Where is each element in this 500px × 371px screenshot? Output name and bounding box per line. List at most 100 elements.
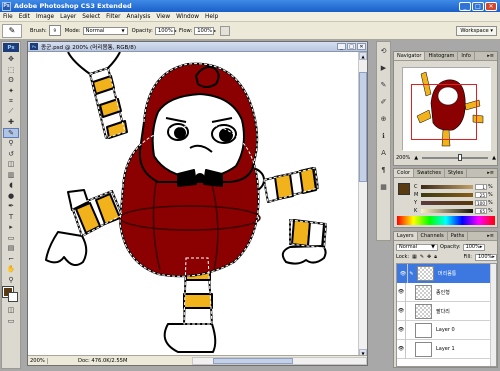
channel-value-field[interactable]: 65: [475, 207, 487, 214]
doc-maximize-button[interactable]: □: [347, 43, 356, 50]
layer-thumbnail[interactable]: [417, 266, 434, 281]
lock-paint-icon[interactable]: ✎: [420, 254, 424, 260]
menu-item-window[interactable]: Window: [173, 14, 202, 20]
scroll-up-icon[interactable]: ▲: [359, 52, 367, 60]
type-icon[interactable]: T: [3, 212, 19, 223]
blur-icon[interactable]: ◖: [3, 180, 19, 191]
doc-minimize-button[interactable]: _: [337, 43, 346, 50]
layer-thumbnail[interactable]: [415, 322, 432, 338]
character-icon[interactable]: A: [378, 147, 389, 158]
tab-info[interactable]: Info: [458, 52, 475, 60]
history-brush-icon[interactable]: ↺: [3, 149, 19, 160]
channel-slider[interactable]: [421, 184, 473, 189]
zoom-slider-knob[interactable]: [458, 154, 463, 161]
move-icon[interactable]: ✥: [3, 54, 19, 65]
zoom-icon[interactable]: ⚲: [3, 275, 19, 286]
panel-menu-icon[interactable]: ▸≡: [484, 169, 497, 177]
horizontal-scrollbar[interactable]: [192, 356, 367, 365]
layer-name[interactable]: Layer 0: [434, 327, 496, 333]
channel-slider[interactable]: [421, 192, 473, 197]
navigator-zoom-slider[interactable]: [422, 154, 489, 161]
background-color-swatch[interactable]: [8, 292, 18, 302]
menu-item-filter[interactable]: Filter: [103, 14, 123, 20]
color-swatches[interactable]: [2, 286, 19, 303]
layers-scrollbar[interactable]: [490, 264, 496, 366]
tool-presets-icon[interactable]: ✎: [378, 79, 389, 90]
navigator-thumbnail[interactable]: [402, 67, 491, 151]
tab-color[interactable]: Color: [394, 169, 415, 177]
tab-navigator[interactable]: Navigator: [394, 52, 426, 60]
layer-name[interactable]: 종인형: [434, 289, 496, 296]
layer-comps-icon[interactable]: ▦: [378, 181, 389, 192]
document-size-info[interactable]: Doc: 476.0K/2.55M: [48, 358, 127, 364]
doc-close-button[interactable]: ✕: [357, 43, 366, 50]
photoshop-logo[interactable]: Ps: [3, 43, 19, 52]
paragraph-icon[interactable]: ¶: [378, 164, 389, 175]
mode-select[interactable]: Normal ▼: [82, 26, 128, 35]
notes-icon[interactable]: ▤: [3, 243, 19, 254]
magic-wand-icon[interactable]: ✦: [3, 86, 19, 97]
visibility-eye-icon[interactable]: 👁︎: [397, 320, 406, 340]
quick-mask-icon[interactable]: ◫: [3, 305, 19, 316]
flow-field[interactable]: 100% ▸: [194, 26, 216, 35]
crop-icon[interactable]: ⌗: [3, 96, 19, 107]
menu-item-file[interactable]: File: [0, 14, 16, 20]
channel-slider[interactable]: [421, 200, 473, 205]
minimize-button[interactable]: _: [459, 1, 471, 11]
tab-paths[interactable]: Paths: [448, 232, 469, 240]
brushes-icon[interactable]: ✐: [378, 96, 389, 107]
panel-menu-icon[interactable]: ▸≡: [484, 52, 497, 60]
layer-row[interactable]: 👁︎ Layer 0: [397, 320, 496, 340]
vertical-scrollbar[interactable]: ▲ ▼: [358, 52, 367, 357]
eyedropper-icon[interactable]: ⌐: [3, 254, 19, 265]
eraser-icon[interactable]: ◫: [3, 159, 19, 170]
hand-icon[interactable]: ✋: [3, 264, 19, 275]
menu-item-edit[interactable]: Edit: [16, 14, 33, 20]
pen-icon[interactable]: ✒: [3, 201, 19, 212]
visibility-eye-icon[interactable]: 👁︎: [397, 282, 406, 302]
layer-name[interactable]: 팔다리: [434, 308, 496, 315]
marquee-icon[interactable]: ⬚: [3, 65, 19, 76]
clone-source-icon[interactable]: ⊕: [378, 113, 389, 124]
info-icon[interactable]: ℹ: [378, 130, 389, 141]
zoom-in-icon[interactable]: ▲: [492, 155, 496, 161]
layer-name[interactable]: Layer 1: [434, 346, 496, 352]
screen-mode-icon[interactable]: ▭: [3, 316, 19, 327]
tab-histogram[interactable]: Histogram: [425, 52, 459, 60]
layer-thumbnail[interactable]: [415, 341, 432, 357]
channel-value-field[interactable]: 1: [475, 183, 487, 190]
menu-item-select[interactable]: Select: [79, 14, 103, 20]
color-spectrum-bar[interactable]: [397, 216, 495, 225]
tab-swatches[interactable]: Swatches: [414, 169, 445, 177]
hscroll-thumb[interactable]: [213, 357, 293, 364]
layer-name[interactable]: 머리몸통: [436, 270, 494, 277]
slice-icon[interactable]: ⟋: [3, 107, 19, 118]
lasso-icon[interactable]: ʘ: [3, 75, 19, 86]
visibility-eye-icon[interactable]: 👁︎: [397, 339, 406, 359]
tab-channels[interactable]: Channels: [418, 232, 448, 240]
menu-item-analysis[interactable]: Analysis: [124, 14, 154, 20]
layer-opacity-field[interactable]: 100% ▸: [462, 243, 485, 251]
tool-preset-picker[interactable]: ✎: [2, 23, 22, 38]
dodge-icon[interactable]: ●: [3, 191, 19, 202]
airbrush-toggle[interactable]: [220, 25, 231, 36]
shape-icon[interactable]: ▭: [3, 233, 19, 244]
lock-all-icon[interactable]: 🔒︎: [434, 254, 437, 260]
menu-item-view[interactable]: View: [153, 14, 173, 20]
panel-menu-icon[interactable]: ▸≡: [484, 232, 497, 240]
menu-item-layer[interactable]: Layer: [57, 14, 79, 20]
zoom-level[interactable]: 200%: [28, 357, 48, 364]
scroll-thumb[interactable]: [359, 72, 367, 182]
layer-row[interactable]: 👁︎ 팔다리: [397, 301, 496, 321]
zoom-out-icon[interactable]: ▲: [414, 155, 418, 161]
close-button[interactable]: ✕: [485, 1, 497, 11]
path-select-icon[interactable]: ▸: [3, 222, 19, 233]
navigator-view-box[interactable]: [411, 84, 477, 140]
canvas[interactable]: [28, 52, 359, 357]
gradient-icon[interactable]: ▥: [3, 170, 19, 181]
layer-row[interactable]: 👁︎ ✎ 머리몸통: [397, 264, 496, 283]
history-icon[interactable]: ⟲: [378, 45, 389, 56]
brush-preset-picker[interactable]: 9: [48, 25, 61, 36]
tab-layers[interactable]: Layers: [394, 232, 418, 240]
channel-value-field[interactable]: 25: [475, 191, 487, 198]
